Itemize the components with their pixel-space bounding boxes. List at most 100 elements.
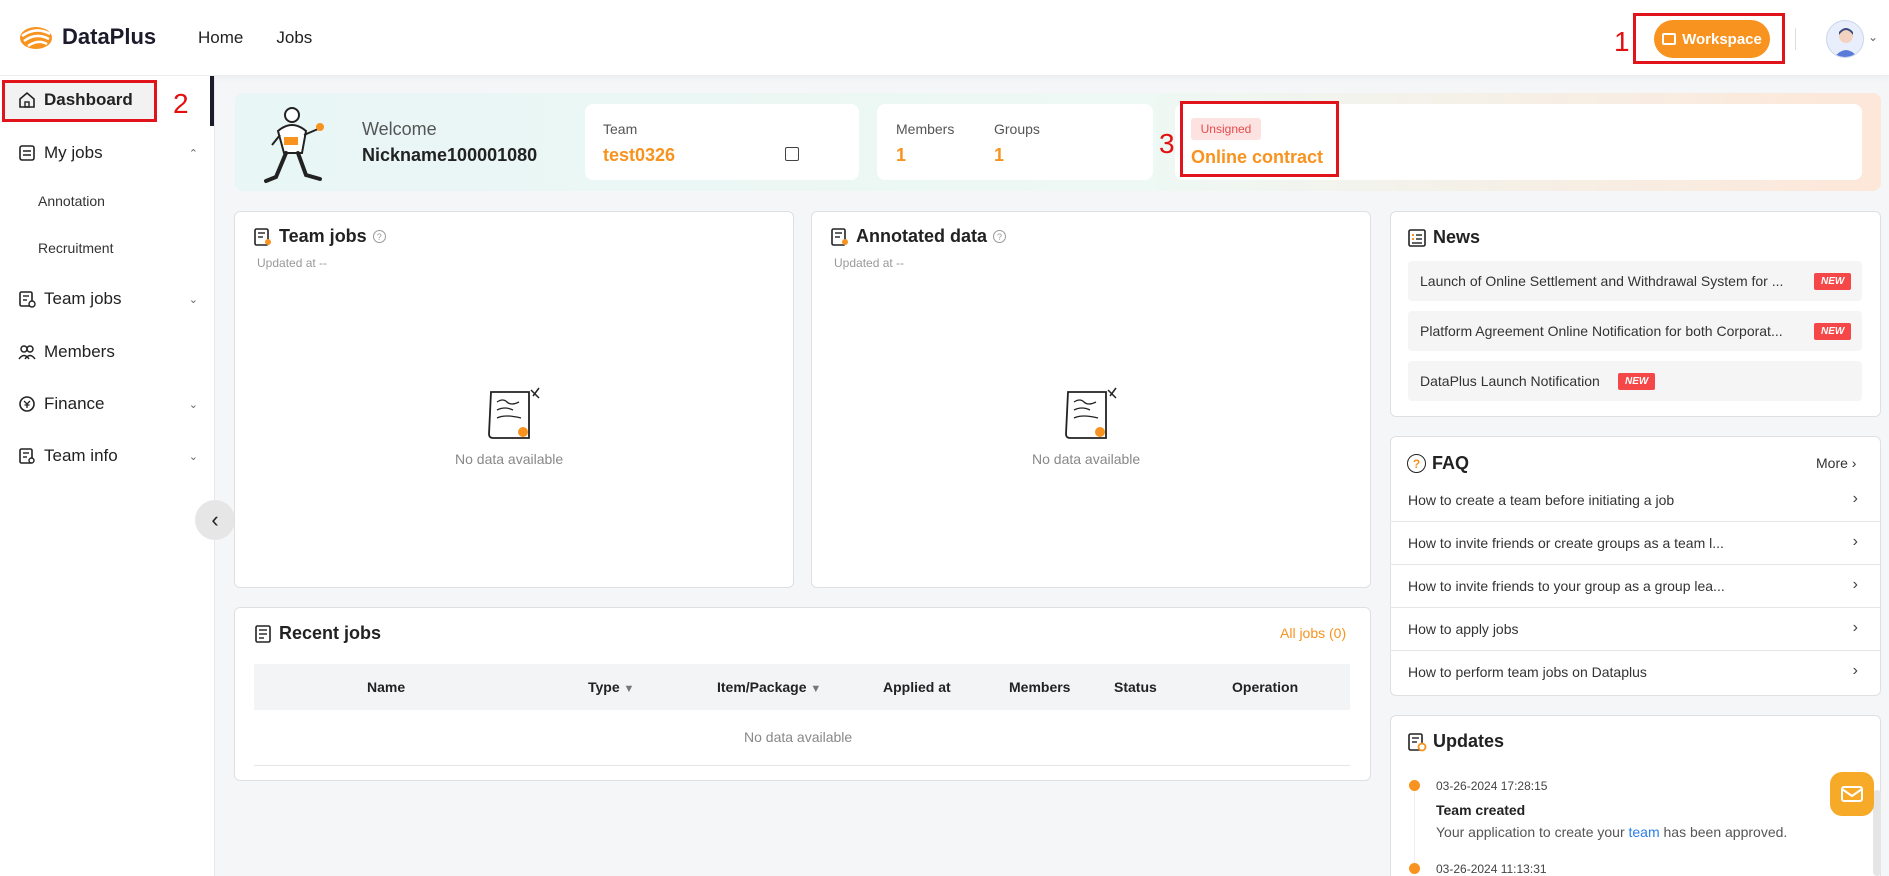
column-header-operation[interactable]: Operation — [1232, 679, 1298, 695]
column-label: Item/Package — [717, 679, 807, 695]
column-header-members[interactable]: Members — [1009, 679, 1070, 695]
members-icon — [18, 345, 36, 360]
updated-at: Updated at -- — [257, 256, 328, 270]
avatar[interactable] — [1826, 20, 1864, 58]
sidebar-item-finance[interactable]: Finance ⌄ — [18, 394, 198, 414]
column-header-applied-at[interactable]: Applied at — [883, 679, 951, 695]
more-link[interactable]: More › — [1816, 455, 1856, 471]
updates-title: Updates — [1407, 731, 1504, 752]
new-badge: NEW — [1618, 373, 1656, 390]
more-label: More — [1816, 455, 1848, 471]
chevron-down-icon: ⌄ — [188, 293, 198, 306]
faq-item[interactable]: How to invite friends or create groups a… — [1390, 522, 1880, 565]
annotation-box-1 — [1633, 13, 1785, 64]
filter-icon[interactable]: ▼ — [624, 683, 635, 695]
top-bar: DataPlus Home Jobs Workspace ⌄ — [0, 0, 1889, 76]
logo[interactable]: DataPlus — [18, 22, 156, 52]
faq-item[interactable]: How to invite friends to your group as a… — [1390, 565, 1880, 608]
chevron-right-icon: › — [1852, 576, 1858, 593]
annotation-label-2: 2 — [173, 88, 189, 119]
groups-count[interactable]: 1 — [994, 145, 1004, 166]
recent-jobs-icon — [255, 624, 271, 643]
sidebar-subitem-recruitment[interactable]: Recruitment — [38, 240, 113, 256]
sidebar — [0, 76, 215, 876]
scrollbar[interactable] — [1873, 790, 1881, 876]
panel-title-text: Annotated data — [856, 226, 988, 246]
chevron-down-icon: ⌄ — [188, 450, 198, 463]
new-badge: NEW — [1814, 273, 1852, 290]
jobs-icon — [19, 145, 35, 161]
message-button[interactable] — [1830, 772, 1874, 816]
sidebar-item-members[interactable]: Members — [18, 342, 198, 362]
update-description: Your application to create your team has… — [1436, 824, 1787, 840]
user-nickname: Nickname100001080 — [362, 145, 538, 165]
sidebar-item-label: Team jobs — [44, 289, 122, 308]
faq-question: How to invite friends or create groups a… — [1408, 535, 1724, 551]
news-item-title: Platform Agreement Online Notification f… — [1420, 323, 1783, 339]
top-nav: Home Jobs — [198, 28, 312, 48]
update-text: Your application to create your — [1436, 824, 1629, 840]
divider — [1795, 28, 1796, 50]
chevron-down-icon: ⌄ — [188, 398, 198, 411]
sidebar-item-team-jobs[interactable]: Team jobs ⌄ — [18, 289, 198, 309]
all-jobs-link[interactable]: All jobs (0) — [1280, 625, 1346, 641]
column-header-type[interactable]: Type ▼ — [588, 679, 634, 695]
chevron-left-icon: ‹ — [211, 507, 219, 532]
timeline-dot — [1409, 780, 1420, 791]
dataplus-logo-icon — [20, 27, 52, 49]
sidebar-item-label: Members — [44, 342, 115, 361]
sidebar-subitem-annotation[interactable]: Annotation — [38, 193, 105, 209]
faq-question: How to invite friends to your group as a… — [1408, 578, 1725, 594]
collapse-sidebar-button[interactable]: ‹ — [195, 500, 235, 540]
panel-title-text: Updates — [1433, 731, 1505, 751]
news-item[interactable]: Launch of Online Settlement and Withdraw… — [1408, 261, 1862, 301]
sidebar-item-label: Finance — [44, 394, 105, 413]
edit-icon[interactable] — [785, 147, 799, 161]
members-card — [877, 104, 1153, 180]
annotation-box-3 — [1180, 101, 1339, 177]
faq-item[interactable]: How to apply jobs › — [1390, 608, 1880, 651]
timeline-dot — [1409, 863, 1420, 874]
divider — [254, 765, 1350, 766]
chevron-right-icon: › — [1852, 619, 1858, 636]
team-jobs-title: Team jobs ? — [253, 226, 386, 247]
sidebar-item-label: My jobs — [44, 143, 103, 162]
update-time: 03-26-2024 11:13:31 — [1436, 862, 1547, 876]
chevron-right-icon: › — [1852, 662, 1858, 679]
mail-icon — [1841, 786, 1863, 802]
table-empty-text: No data available — [744, 729, 853, 745]
team-name[interactable]: test0326 — [603, 145, 675, 166]
panel-title-text: Recent jobs — [279, 623, 382, 643]
team-info-icon — [19, 448, 35, 464]
faq-title: ? FAQ — [1407, 453, 1469, 474]
news-item-title: DataPlus Launch Notification — [1420, 373, 1600, 389]
members-count[interactable]: 1 — [896, 145, 906, 166]
nav-home[interactable]: Home — [198, 28, 243, 48]
help-icon[interactable]: ? — [372, 230, 386, 243]
team-link[interactable]: team — [1629, 824, 1660, 840]
sidebar-item-team-info[interactable]: Team info ⌄ — [18, 446, 198, 466]
nav-jobs[interactable]: Jobs — [276, 28, 312, 48]
groups-label: Groups — [994, 121, 1040, 137]
panel-title-text: Team jobs — [279, 226, 367, 246]
sidebar-item-my-jobs[interactable]: My jobs ⌃ — [18, 143, 198, 163]
filter-icon[interactable]: ▼ — [810, 683, 821, 695]
column-label: Type — [588, 679, 620, 695]
empty-state-text: No data available — [455, 451, 564, 467]
faq-item[interactable]: How to create a team before initiating a… — [1390, 479, 1880, 522]
news-item[interactable]: DataPlus Launch Notification NEW — [1408, 361, 1862, 401]
chevron-right-icon: › — [1852, 490, 1858, 507]
annotation-box-2 — [2, 80, 157, 122]
column-header-status[interactable]: Status — [1114, 679, 1157, 695]
column-header-name[interactable]: Name — [367, 679, 405, 695]
team-jobs-icon — [19, 291, 36, 308]
column-header-item-package[interactable]: Item/Package ▼ — [717, 679, 821, 695]
annotated-data-title: Annotated data ? — [830, 226, 1007, 247]
help-icon[interactable]: ? — [993, 230, 1007, 243]
chevron-down-icon[interactable]: ⌄ — [1868, 30, 1878, 44]
news-item[interactable]: Platform Agreement Online Notification f… — [1408, 311, 1862, 351]
team-card — [585, 104, 859, 180]
faq-question: How to perform team jobs on Dataplus — [1408, 664, 1647, 680]
annotation-label-3: 3 — [1159, 128, 1175, 159]
faq-item[interactable]: How to perform team jobs on Dataplus › — [1390, 651, 1880, 694]
